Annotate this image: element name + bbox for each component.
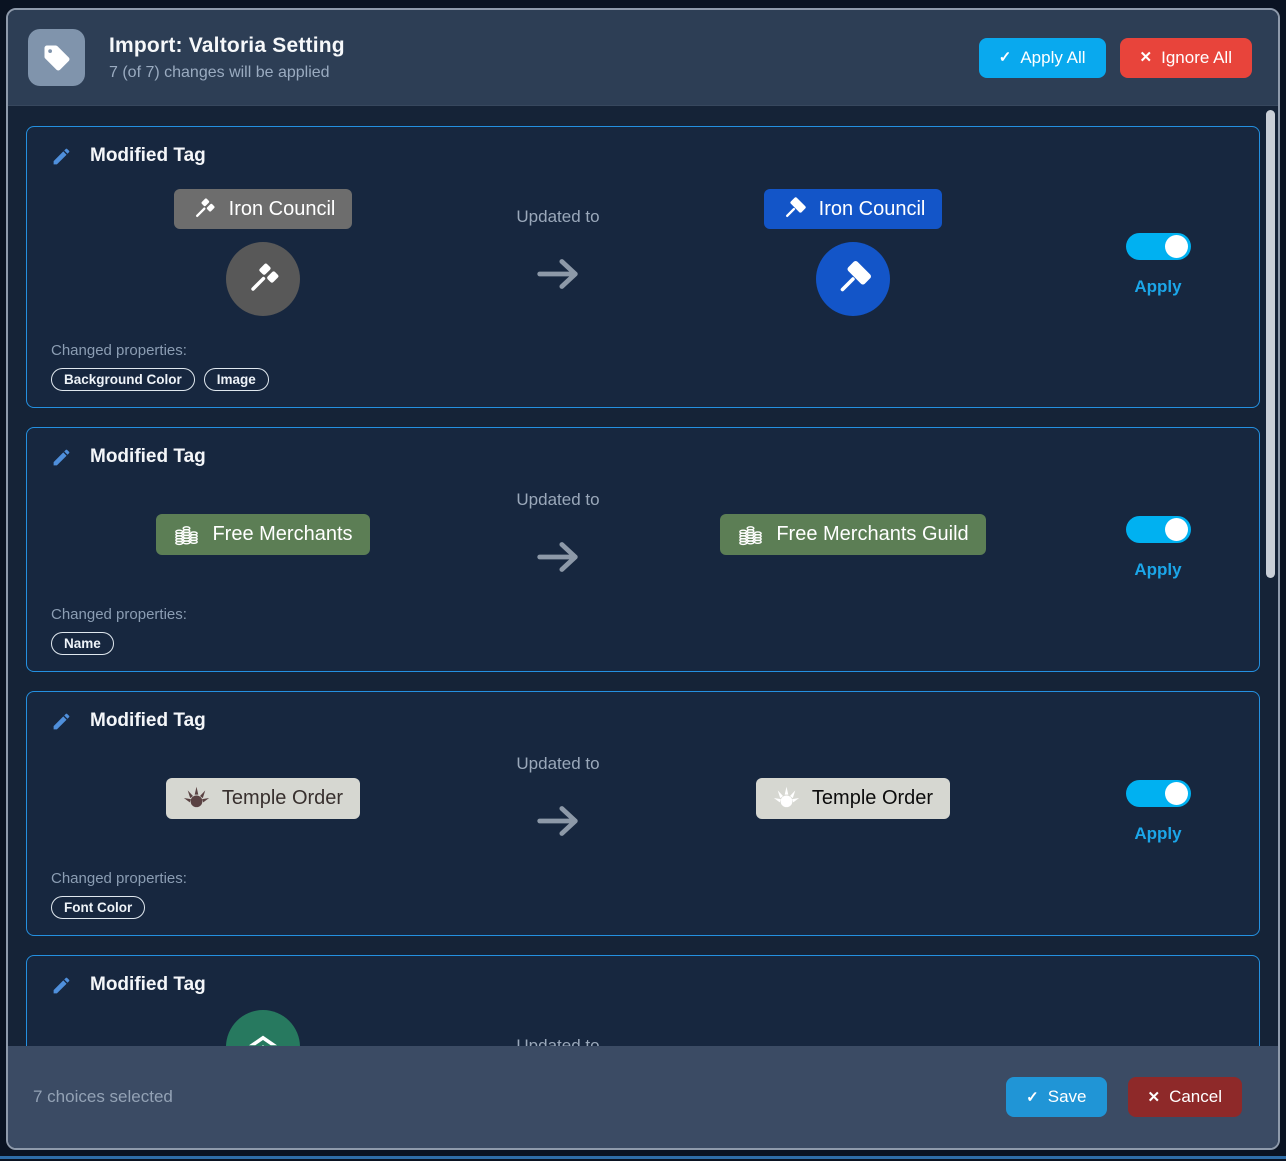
apply-label: Apply: [1134, 560, 1181, 580]
pencil-icon: [51, 711, 72, 732]
changed-properties-label: Changed properties:: [51, 342, 1243, 359]
tag-label: Free Merchants: [212, 523, 352, 546]
ignore-all-button[interactable]: ✕ Ignore All: [1120, 38, 1252, 78]
updated-to-label: Updated to: [516, 207, 599, 227]
toggle-knob: [1165, 782, 1188, 805]
pencil-icon: [51, 975, 72, 996]
dialog-footer: 7 choices selected ✓ Save ✕ Cancel: [8, 1046, 1278, 1148]
apply-all-button[interactable]: ✓ Apply All: [979, 38, 1106, 78]
card-title: Modified Tag: [90, 710, 206, 732]
x-icon: ✕: [1148, 1090, 1161, 1105]
gavel-icon: [244, 260, 282, 298]
arrow-right-icon: [533, 537, 583, 577]
dialog-subtitle: 7 (of 7) changes will be applied: [109, 64, 979, 82]
tag-pill-before: Free Merchants: [156, 514, 369, 555]
coins-icon: [737, 521, 764, 548]
tag-pill-before: Iron Council: [174, 189, 353, 229]
save-button[interactable]: ✓ Save: [1006, 1077, 1106, 1117]
scrollbar-thumb[interactable]: [1266, 110, 1275, 578]
tag-avatar-before: [226, 1010, 300, 1046]
tags-icon-tile: [28, 29, 85, 86]
modified-tag-card: Modified Tag Free Merchants Updated to: [26, 427, 1260, 672]
apply-label: Apply: [1134, 824, 1181, 844]
tag-label: Iron Council: [819, 198, 926, 221]
tag-pill-before: Temple Order: [166, 778, 360, 819]
modified-tag-card: Modified Tag Temple Order Updated to: [26, 691, 1260, 936]
toggle-knob: [1165, 518, 1188, 541]
apply-toggle[interactable]: [1126, 516, 1191, 543]
changed-property-pill: Background Color: [51, 368, 195, 391]
check-icon: ✓: [999, 50, 1012, 65]
changed-properties-label: Changed properties:: [51, 870, 1243, 887]
tag-pill-after: Free Merchants Guild: [720, 514, 985, 555]
import-dialog: Import: Valtoria Setting 7 (of 7) change…: [6, 8, 1280, 1150]
dialog-header: Import: Valtoria Setting 7 (of 7) change…: [8, 10, 1278, 106]
tag-pill-after: Iron Council: [764, 189, 943, 229]
page-bottom-accent: [0, 1156, 1286, 1159]
changed-properties-label: Changed properties:: [51, 606, 1243, 623]
card-title: Modified Tag: [90, 974, 206, 996]
coins-icon: [173, 521, 200, 548]
spiked-sun-icon: [183, 785, 210, 812]
warhammer-icon: [781, 196, 807, 222]
warhammer-icon: [833, 259, 873, 299]
tag-label: Iron Council: [229, 198, 336, 221]
cancel-button[interactable]: ✕ Cancel: [1128, 1077, 1243, 1117]
check-icon: ✓: [1026, 1090, 1039, 1105]
changed-property-pill: Name: [51, 632, 114, 655]
arrow-right-icon: [533, 801, 583, 841]
changed-property-pill: Font Color: [51, 896, 145, 919]
changed-property-pill: Image: [204, 368, 269, 391]
dialog-title: Import: Valtoria Setting: [109, 34, 979, 58]
arrow-right-icon: [533, 254, 583, 294]
tag-label: Temple Order: [812, 787, 933, 810]
tag-avatar-before: [226, 242, 300, 316]
updated-to-label: Updated to: [516, 754, 599, 774]
apply-all-label: Apply All: [1020, 48, 1085, 68]
rank-chevrons-icon: [242, 1026, 284, 1046]
save-label: Save: [1048, 1087, 1087, 1107]
apply-toggle[interactable]: [1126, 780, 1191, 807]
apply-toggle[interactable]: [1126, 233, 1191, 260]
tag-label: Free Merchants Guild: [776, 523, 968, 546]
card-title: Modified Tag: [90, 446, 206, 468]
modified-tag-card: Modified Tag Updated to: [26, 955, 1260, 1046]
changes-list: Modified Tag Iron Council Updated to: [8, 106, 1278, 1046]
ignore-all-label: Ignore All: [1161, 48, 1232, 68]
modified-tag-card: Modified Tag Iron Council Updated to: [26, 126, 1260, 408]
tags-icon: [42, 43, 72, 73]
choices-selected-text: 7 choices selected: [33, 1087, 1006, 1107]
card-title: Modified Tag: [90, 145, 206, 167]
cancel-label: Cancel: [1169, 1087, 1222, 1107]
updated-to-label: Updated to: [516, 1036, 599, 1046]
updated-to-label: Updated to: [516, 490, 599, 510]
tag-label: Temple Order: [222, 787, 343, 810]
x-icon: ✕: [1140, 50, 1153, 65]
tag-pill-after: Temple Order: [756, 778, 950, 819]
pencil-icon: [51, 447, 72, 468]
gavel-icon: [191, 196, 217, 222]
toggle-knob: [1165, 235, 1188, 258]
tag-avatar-after: [816, 242, 890, 316]
apply-label: Apply: [1134, 277, 1181, 297]
spiked-sun-icon: [773, 785, 800, 812]
pencil-icon: [51, 146, 72, 167]
